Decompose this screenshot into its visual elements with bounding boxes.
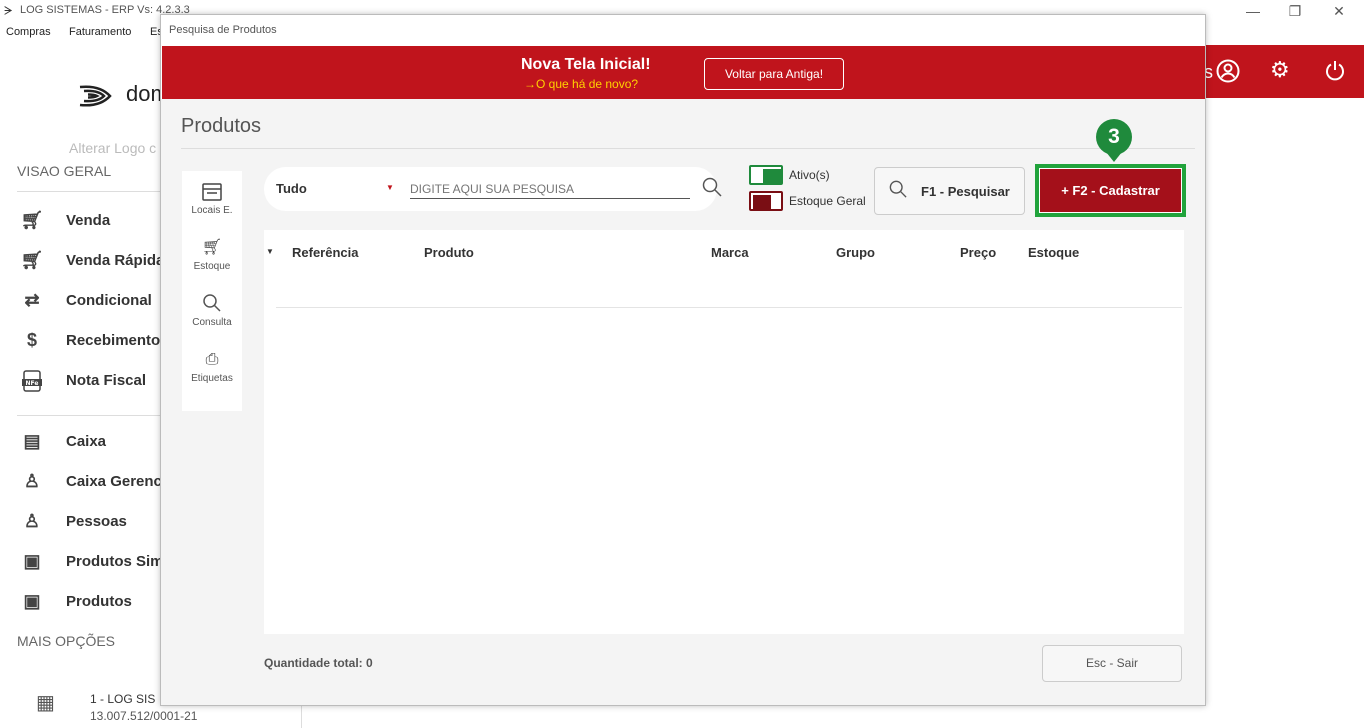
label-printer-icon: ⎙	[205, 351, 219, 368]
box-icon: ▣	[23, 591, 41, 611]
search-button-label: F1 - Pesquisar	[921, 184, 1010, 199]
col-produto[interactable]: Produto	[424, 245, 474, 260]
checkbox-fill	[753, 195, 771, 209]
banner-headline: Nova Tela Inicial!	[521, 56, 651, 73]
sidebar-item-label: Venda Rápida	[66, 252, 165, 269]
col-marca[interactable]: Marca	[711, 245, 749, 260]
money-hand-icon: $	[26, 330, 37, 350]
search-input[interactable]	[410, 179, 690, 199]
main-content: Tudo ▼ Ativo(s) Estoque Geral F1 - Pesqu…	[242, 119, 1195, 697]
col-preco[interactable]: Preço	[960, 245, 996, 260]
checkbox-fill	[763, 169, 781, 183]
tool-estoque[interactable]: 🛒︎ Estoque	[182, 231, 242, 287]
cart-icon: 🛒︎	[20, 250, 44, 270]
sidebar-divider	[17, 191, 162, 192]
banner-whats-new-link[interactable]: →O que há de novo?	[524, 77, 638, 91]
sidebar-item-label: Produtos Sim	[66, 553, 164, 570]
tool-consulta[interactable]: Consulta	[182, 287, 242, 343]
page-title: Produtos	[181, 115, 262, 137]
col-grupo[interactable]: Grupo	[836, 245, 875, 260]
menu-compras[interactable]: Compras	[6, 26, 51, 38]
table-divider	[276, 307, 1182, 308]
col-referencia[interactable]: Referência	[292, 245, 358, 260]
section-visao-geral: VISAO GERAL	[17, 163, 112, 179]
sidebar-item-label: Pessoas	[66, 513, 127, 530]
brand-logo-icon	[78, 81, 118, 116]
search-bar: Tudo ▼	[264, 167, 722, 211]
register-button-highlight: + F2 - Cadastrar	[1035, 164, 1186, 217]
chevron-down-icon[interactable]: ▼	[386, 183, 394, 192]
tool-etiquetas[interactable]: ⎙ Etiquetas	[182, 343, 242, 399]
estoque-geral-checkbox[interactable]	[749, 191, 783, 211]
locais-icon	[201, 181, 223, 203]
restore-button[interactable]: ❐	[1272, 0, 1318, 22]
sidebar-item-label: Condicional	[66, 292, 152, 309]
svg-text:NFe: NFe	[26, 380, 39, 387]
menu-faturamento[interactable]: Faturamento	[69, 26, 131, 38]
register-button[interactable]: + F2 - Cadastrar	[1040, 169, 1181, 212]
alter-logo-link[interactable]: Alterar Logo c	[69, 140, 156, 156]
tool-label: Estoque	[193, 261, 231, 272]
tool-label: Consulta	[192, 317, 232, 328]
nfe-icon: NFe	[20, 370, 44, 394]
step-badge-pointer	[1106, 152, 1122, 162]
app-logo-icon: ᗒ	[4, 4, 13, 18]
col-estoque[interactable]: Estoque	[1028, 245, 1079, 260]
minimize-button[interactable]: —	[1230, 0, 1276, 22]
close-button[interactable]: ✕	[1316, 0, 1362, 22]
section-mais-opcoes: MAIS OPÇÕES	[17, 633, 116, 649]
sidebar-item-label: Caixa Gerenc	[66, 473, 162, 490]
search-button[interactable]: F1 - Pesquisar	[874, 167, 1025, 215]
person-money-icon: ♙	[23, 471, 41, 491]
search-icon	[889, 180, 907, 203]
sidebar-item-label: Venda	[66, 212, 111, 229]
cart-icon: 🛒︎	[20, 210, 44, 230]
gear-icon[interactable]: ⚙	[1270, 59, 1290, 81]
cart-icon: 🛒︎	[201, 239, 223, 256]
tool-sidebar: Locais E. 🛒︎ Estoque Consulta ⎙ Etiqueta…	[182, 171, 242, 411]
tool-label: Etiquetas	[191, 373, 233, 384]
cart-transfer-icon: ⇄	[24, 290, 40, 310]
step-number-badge: 3	[1096, 119, 1132, 155]
people-icon: ♙	[23, 511, 41, 531]
filter-select-value[interactable]: Tudo	[276, 181, 307, 196]
user-icon[interactable]	[1216, 59, 1240, 87]
sidebar-item-label: Recebimento	[66, 332, 161, 349]
app-header: s ⚙	[1204, 45, 1364, 98]
total-quantity: Quantidade total: 0	[264, 656, 373, 670]
exit-button[interactable]: Esc - Sair	[1042, 645, 1182, 682]
products-table: ▼ Referência Produto Marca Grupo Preço E…	[264, 230, 1184, 634]
sidebar-divider	[17, 415, 162, 416]
dialog-body: Produtos Locais E. 🛒︎ Estoque Consulta ⎙	[161, 99, 1205, 705]
sidebar-item-label: Produtos	[66, 593, 132, 610]
sort-caret-icon[interactable]: ▼	[266, 247, 274, 256]
sidebar-item-label: Nota Fiscal	[66, 372, 147, 389]
company-cnpj: 13.007.512/0001-21	[90, 709, 198, 723]
register-icon: ▤	[23, 431, 41, 451]
box-icon: ▣	[23, 551, 41, 571]
product-search-dialog: Pesquisa de Produtos Nova Tela Inicial! …	[160, 14, 1206, 706]
ativos-label: Ativo(s)	[789, 168, 830, 182]
tool-locais[interactable]: Locais E.	[182, 175, 242, 231]
tool-label: Locais E.	[191, 205, 233, 216]
search-icon	[201, 293, 223, 315]
building-icon: ▦	[36, 692, 55, 714]
dialog-title: Pesquisa de Produtos	[169, 24, 277, 36]
company-name: 1 - LOG SIS	[90, 692, 156, 706]
sidebar-item-label: Caixa	[66, 433, 107, 450]
back-to-old-button[interactable]: Voltar para Antiga!	[704, 58, 844, 90]
ativos-checkbox[interactable]	[749, 165, 783, 185]
title-divider	[181, 148, 1195, 149]
estoque-geral-label: Estoque Geral	[789, 194, 866, 208]
new-home-banner: Nova Tela Inicial! →O que há de novo? Vo…	[162, 46, 1205, 99]
search-icon[interactable]	[702, 177, 722, 202]
power-icon[interactable]	[1324, 59, 1346, 85]
